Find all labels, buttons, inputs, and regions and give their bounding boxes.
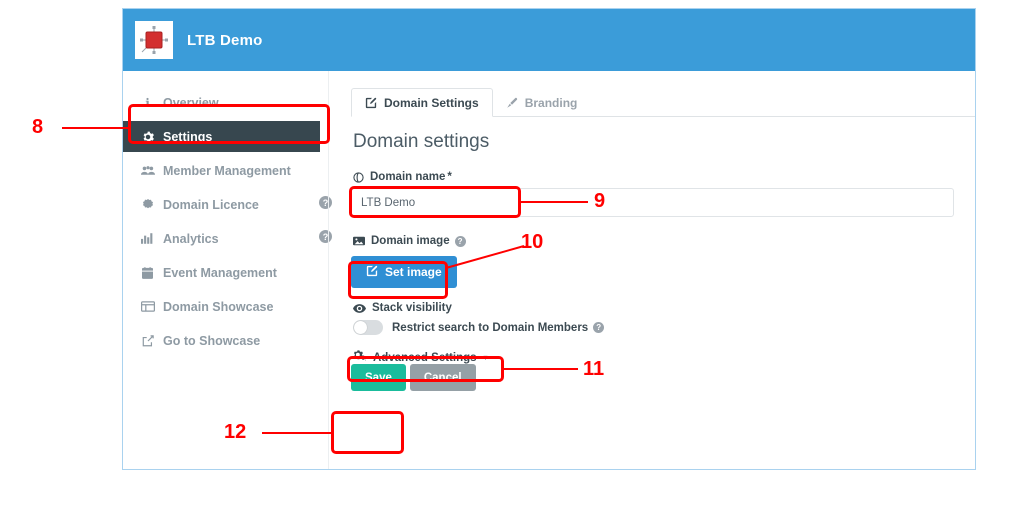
page-title: Domain settings [353, 131, 490, 152]
sidebar-item-analytics[interactable]: Analytics [123, 223, 328, 254]
restrict-search-row: Restrict search to Domain Members ? [353, 320, 953, 335]
annotation-box-8 [128, 104, 330, 144]
globe-circle-icon [353, 171, 364, 183]
sidebar-item-go-to-showcase[interactable]: Go to Showcase [123, 325, 328, 356]
sidebar-item-label: Event Management [163, 265, 277, 280]
image-icon [353, 236, 365, 246]
stack-visibility-label: Stack visibility [353, 302, 953, 314]
sidebar-item-label: Analytics [163, 231, 219, 246]
restrict-search-toggle[interactable] [353, 320, 383, 335]
tab-domain-settings[interactable]: Domain Settings [351, 88, 493, 117]
calendar-icon [139, 266, 156, 279]
tab-label: Domain Settings [384, 95, 479, 110]
window-icon [139, 301, 156, 312]
tab-label: Branding [524, 95, 578, 110]
required-mark: * [447, 171, 452, 183]
annotation-number-8: 8 [32, 116, 44, 138]
red-square-node-icon [140, 26, 168, 54]
domain-image-label: Domain image ? [353, 235, 953, 247]
annotation-box-11 [347, 356, 504, 382]
tab-bar: Domain Settings Branding [351, 87, 975, 117]
domain-name-label-text: Domain name [370, 171, 446, 183]
tab-branding[interactable]: Branding [493, 88, 591, 117]
sidebar-item-label: Domain Licence [163, 197, 259, 212]
help-icon-restrict-search[interactable]: ? [593, 322, 605, 333]
sidebar-item-event-management[interactable]: Event Management [123, 257, 328, 288]
annotation-leader-11 [504, 368, 578, 370]
sidebar-item-label: Go to Showcase [163, 333, 261, 348]
restrict-search-label-text: Restrict search to Domain Members [392, 321, 589, 334]
annotation-leader-8 [62, 127, 128, 129]
app-header: LTB Demo [123, 9, 975, 71]
certificate-icon [139, 198, 156, 211]
external-link-icon [139, 334, 156, 347]
domain-name-label: Domain name * [353, 171, 953, 183]
annotation-leader-12 [262, 432, 331, 434]
annotation-box-12 [331, 411, 404, 454]
paintbrush-icon [506, 97, 518, 109]
annotation-number-9: 9 [594, 190, 606, 212]
app-title: LTB Demo [187, 31, 263, 49]
eye-icon [353, 303, 366, 313]
edit-square-icon [365, 97, 377, 109]
users-icon [139, 165, 156, 176]
annotation-leader-10 [445, 245, 525, 269]
app-logo [135, 21, 173, 59]
annotation-number-10: 10 [521, 231, 544, 253]
restrict-search-label: Restrict search to Domain Members ? [392, 321, 605, 334]
sidebar-item-domain-showcase[interactable]: Domain Showcase [123, 291, 328, 322]
stack-visibility-label-text: Stack visibility [372, 302, 452, 314]
app-window: LTB Demo ℹ Overview Settings Member Mana… [122, 8, 976, 470]
annotation-number-11: 11 [583, 358, 605, 380]
annotation-leader-9 [521, 201, 588, 203]
bar-chart-icon [139, 233, 156, 244]
annotation-box-9 [349, 186, 521, 218]
sidebar-item-label: Member Management [163, 163, 291, 178]
sidebar-item-domain-licence[interactable]: Domain Licence [123, 189, 328, 220]
sidebar-item-label: Domain Showcase [163, 299, 274, 314]
annotation-box-10 [348, 261, 448, 299]
annotation-number-12: 12 [224, 421, 247, 443]
sidebar-item-member-management[interactable]: Member Management [123, 155, 328, 186]
domain-image-label-text: Domain image [371, 235, 450, 247]
